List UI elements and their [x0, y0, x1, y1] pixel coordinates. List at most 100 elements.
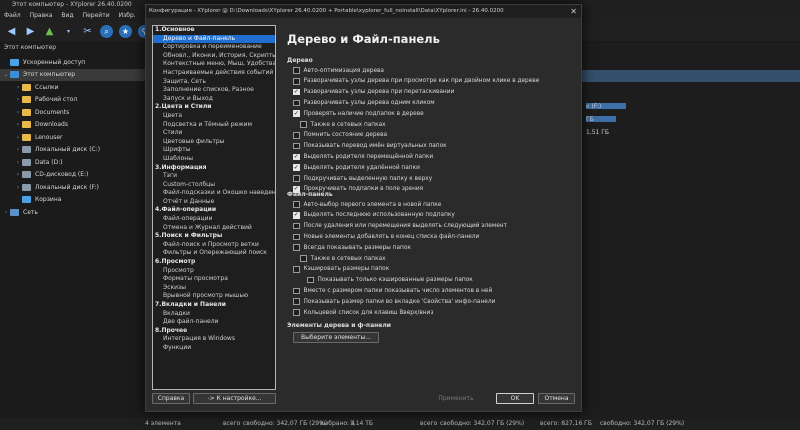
option-row[interactable]: Авто-выбор первого элемента в новой папк… [293, 200, 441, 209]
up-dropdown-icon[interactable]: ▾ [62, 25, 75, 38]
ok-button[interactable]: OK [496, 393, 534, 404]
category-item[interactable]: Цветовые фильтры [153, 138, 275, 147]
category-item[interactable]: Контекстные меню, Мыш, Удобства [153, 60, 275, 69]
chevron-right-icon[interactable]: › [14, 134, 22, 141]
option-row[interactable]: Авто-оптимизация дерева [293, 66, 384, 75]
chevron-right-icon[interactable]: › [14, 121, 22, 128]
category-item[interactable]: Тэги [153, 172, 275, 181]
option-row[interactable]: Показывать только кэшированные размеры п… [307, 276, 473, 285]
option-checkbox[interactable] [293, 175, 300, 182]
category-item[interactable]: Форматы просмотра [153, 275, 275, 284]
tree-item[interactable]: › CD-дисковод (E:) [0, 169, 146, 182]
category-group[interactable]: 2.Цвета и Стили [153, 103, 275, 112]
category-item[interactable]: Цвета [153, 112, 275, 121]
tree-item[interactable]: › Ссылки [0, 81, 146, 94]
tree-item[interactable]: › Рабочий стол [0, 94, 146, 107]
choose-elements-button[interactable]: Выберите элементы... [293, 332, 379, 343]
option-row[interactable]: Кольцевой список для клавиш Вверх/вниз [293, 308, 433, 317]
category-item[interactable]: Интеграция в Windows [153, 335, 275, 344]
option-row[interactable]: После удаления или перемещения выделять … [293, 222, 507, 231]
chevron-right-icon[interactable]: › [14, 84, 22, 91]
option-row[interactable]: Показывать размер папки во вкладке 'Свой… [293, 297, 495, 306]
option-checkbox[interactable] [293, 132, 300, 139]
option-checkbox[interactable] [293, 99, 300, 107]
chevron-right-icon[interactable]: ⌄ [2, 71, 10, 78]
category-group[interactable]: 3.Информация [153, 164, 275, 173]
address-bar[interactable]: Этот компьютер [0, 43, 148, 52]
menu-item[interactable]: Перейти [83, 10, 110, 21]
category-item[interactable]: Файл-подсказки и Окошко наведения [153, 189, 275, 198]
option-checkbox[interactable] [293, 201, 300, 208]
option-row[interactable]: Разворачивать узлы дерева при просмотре … [293, 77, 539, 86]
category-item[interactable]: Файл-операции [153, 215, 275, 224]
category-group[interactable]: 4.Файл-операции [153, 206, 275, 215]
option-row[interactable]: Также в сетевых папках [300, 254, 386, 263]
chevron-right-icon[interactable]: › [14, 184, 22, 191]
option-row[interactable]: ✓ Выделять последнюю использованную подпа… [293, 211, 455, 220]
option-row[interactable]: ✓ Выделять родителя удалённой папки [293, 163, 420, 172]
chevron-right-icon[interactable]: › [14, 146, 22, 153]
option-row[interactable]: Подкручивать выделенную папку к верху [293, 174, 432, 183]
chevron-right-icon[interactable]: › [2, 209, 10, 216]
chevron-right-icon[interactable]: › [14, 159, 22, 166]
option-row[interactable]: Разворачивать узлы дерева одним кликом [293, 98, 435, 107]
tree-item[interactable]: ⌄ Этот компьютер [0, 68, 146, 81]
scissors-icon[interactable]: ✂ [81, 25, 94, 38]
chevron-right-icon[interactable]: › [14, 96, 22, 103]
category-item[interactable]: Врывной просмотр мышью [153, 292, 275, 301]
option-row[interactable]: Всегда показывать размеры папок [293, 243, 411, 252]
category-item[interactable]: Функции [153, 344, 275, 353]
option-row[interactable]: Также в сетевых папках [300, 120, 386, 129]
option-row[interactable]: ✓ Выделять родителя перемещённой папки [293, 152, 433, 161]
option-checkbox[interactable]: ✓ [293, 89, 300, 96]
category-group[interactable]: 5.Поиск и Фильтры [153, 232, 275, 241]
option-checkbox[interactable]: ✓ [293, 154, 300, 161]
category-item[interactable]: Обновл., Иконки, История, Скрипты [153, 52, 275, 61]
help-button[interactable]: Справка [152, 393, 190, 404]
tree-item[interactable]: Корзина [0, 194, 146, 207]
category-item[interactable]: Настраиваемые действия событий [153, 69, 275, 78]
forward-icon[interactable]: ▶ [24, 25, 37, 38]
option-checkbox[interactable] [293, 309, 300, 316]
tree-item[interactable]: Ускоренный доступ [0, 56, 146, 69]
tree-item[interactable]: › Локальный диск (C:) [0, 144, 146, 157]
category-item[interactable]: Файл-поиск и Просмотр ветки [153, 241, 275, 250]
close-icon[interactable]: ✕ [570, 5, 577, 18]
category-group[interactable]: 6.Просмотр [153, 258, 275, 267]
category-group[interactable]: 8.Прочее [153, 327, 275, 336]
up-icon[interactable]: ▲ [43, 25, 56, 38]
category-item[interactable]: Шрифты [153, 146, 275, 155]
option-checkbox[interactable] [293, 233, 300, 241]
option-checkbox[interactable] [293, 287, 300, 295]
option-row[interactable]: Помнить состояние дерева [293, 131, 387, 140]
option-row[interactable]: ✓ Разворачивать узлы дерева при перетаски… [293, 88, 454, 97]
category-item[interactable]: Вкладки [153, 310, 275, 319]
category-item[interactable]: Дерево и Файл-панель [153, 34, 275, 44]
apply-button[interactable]: Применить [436, 393, 476, 404]
category-item[interactable]: Отчёт и Данные [153, 198, 275, 207]
category-item[interactable]: Просмотр [153, 267, 275, 276]
option-checkbox[interactable]: ✓ [293, 164, 300, 171]
category-group[interactable]: 1.Основное [153, 26, 275, 35]
tree-item[interactable]: › Documents [0, 106, 146, 119]
chevron-right-icon[interactable]: › [14, 171, 22, 178]
to-settings-button[interactable]: -> К настройке... [193, 393, 276, 404]
category-item[interactable]: Подсветка и Тёмный режим [153, 121, 275, 130]
option-row[interactable]: Показывать перевод имён виртуальных папо… [293, 142, 447, 151]
favorites-icon[interactable]: ★ [119, 24, 132, 38]
option-checkbox[interactable] [293, 266, 300, 273]
category-item[interactable]: Фильтры и Опережающий поиск [153, 249, 275, 258]
option-checkbox[interactable] [293, 78, 300, 85]
back-icon[interactable]: ◀ [5, 25, 18, 38]
category-item[interactable]: Две файл-панели [153, 318, 275, 327]
option-row[interactable]: Вместе с размером папки показывать число… [293, 286, 492, 295]
option-checkbox[interactable] [293, 298, 300, 305]
menu-item[interactable]: Избр. [119, 10, 136, 21]
option-checkbox[interactable] [300, 121, 307, 128]
option-checkbox[interactable] [293, 222, 300, 230]
tree-item[interactable]: › Downloads [0, 119, 146, 132]
category-item[interactable]: Защита, Сеть [153, 78, 275, 87]
menu-item[interactable]: Файл [4, 10, 21, 21]
category-item[interactable]: Заполнение списков, Разное [153, 86, 275, 95]
tree-item[interactable]: › Lenouser [0, 131, 146, 144]
